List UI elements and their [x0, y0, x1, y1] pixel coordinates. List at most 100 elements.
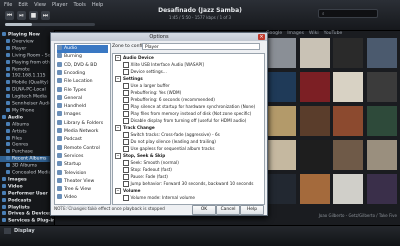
options-category[interactable]: Services — [57, 152, 108, 161]
tree-item[interactable]: Mobile (Quality) — [0, 80, 54, 86]
tree-item[interactable]: Services & Plug-ins — [0, 218, 54, 224]
settings-item[interactable]: Switch tracks: Cross-fade (aggressive) -… — [123, 132, 220, 138]
tree-item[interactable]: Sennheiser Audio — [0, 101, 54, 107]
options-category[interactable]: Audio — [57, 45, 108, 53]
previous-icon[interactable]: ⏮ — [5, 11, 14, 20]
settings-item[interactable]: Seek: Smooth (normal) — [123, 160, 179, 166]
tree-item[interactable]: Logitech Media — [0, 94, 54, 100]
album-cover[interactable] — [333, 72, 363, 102]
settings-item[interactable]: Prebuffering: 6 seconds (recommended) — [123, 97, 215, 103]
tree-item[interactable]: Podcasts — [0, 197, 54, 203]
album-cover[interactable] — [299, 140, 330, 170]
search-input[interactable]: ⌕ — [318, 9, 378, 18]
play-pause-icon[interactable]: ⏯ — [17, 11, 26, 20]
tree-item[interactable]: Playlists — [0, 204, 54, 210]
settings-section[interactable]: − Stop, Seek & Skip — [115, 153, 165, 159]
tree-item[interactable]: Files — [0, 135, 54, 141]
settings-section[interactable]: − Volume — [115, 188, 141, 194]
album-cover[interactable] — [366, 38, 397, 68]
album-cover[interactable] — [266, 72, 296, 102]
album-cover[interactable] — [366, 140, 397, 170]
tree-item[interactable]: Video — [0, 183, 54, 189]
tree-item[interactable]: Artists — [0, 128, 54, 134]
options-category[interactable]: Handheld — [57, 103, 108, 111]
stop-icon[interactable]: ■ — [29, 11, 38, 20]
tree-item[interactable]: 3D Albums — [0, 163, 54, 169]
settings-item[interactable]: Jump behavior: Forward 30 seconds, backw… — [123, 181, 253, 187]
options-category[interactable]: Burning — [57, 53, 108, 61]
settings-item[interactable]: Play files from memory instead of disk (… — [123, 111, 251, 117]
tab-google[interactable]: Google — [266, 31, 282, 36]
tab-youtube[interactable]: YouTube — [324, 31, 343, 36]
settings-section[interactable]: − Track Change — [115, 125, 155, 131]
options-category[interactable]: File Types — [57, 86, 108, 95]
settings-item[interactable]: Prebuffering: Yes (WDM) — [123, 90, 181, 96]
album-cover[interactable] — [333, 140, 363, 170]
tree-item[interactable]: Remote — [0, 66, 54, 72]
album-cover[interactable] — [366, 174, 397, 204]
tree-item[interactable]: Overview — [0, 38, 54, 44]
options-category[interactable]: File Location — [57, 78, 108, 86]
settings-section[interactable]: − Audio Device — [115, 55, 154, 61]
tree-item[interactable]: Drives & Devices — [0, 211, 54, 217]
album-cover[interactable] — [333, 106, 363, 136]
menu-help[interactable]: Help — [92, 2, 103, 8]
tree-item[interactable]: Recent Albums — [0, 156, 54, 162]
menu-file[interactable]: File — [4, 2, 12, 8]
settings-item[interactable]: Play silence at startup for hardware syn… — [123, 104, 255, 110]
zone-select[interactable]: Player — [142, 43, 260, 50]
tree-item[interactable]: Playing Now — [0, 32, 54, 38]
options-category[interactable]: Library & Folders — [57, 119, 108, 128]
tree-item[interactable]: 192.168.1.115 — [0, 73, 54, 79]
album-cover[interactable] — [333, 38, 363, 68]
settings-item[interactable]: Stop: Fadeout (fast) — [123, 167, 172, 173]
close-icon[interactable]: × — [258, 34, 265, 40]
settings-section[interactable]: − Settings — [115, 76, 143, 82]
options-category[interactable]: Podcast — [57, 136, 108, 144]
tree-item[interactable]: Playing from other — [0, 59, 54, 65]
options-category[interactable]: Video — [57, 194, 108, 202]
tree-item[interactable]: DLNA-PC-Local — [0, 87, 54, 93]
settings-item[interactable]: Disable display from turning off (useful… — [123, 118, 246, 124]
album-cover[interactable] — [266, 140, 296, 170]
options-category[interactable]: Theater View — [57, 177, 108, 186]
menu-tools[interactable]: Tools — [74, 2, 86, 8]
settings-item[interactable]: Volume mode: Internal volume — [123, 195, 195, 201]
tree-item[interactable]: Performer User — [0, 190, 54, 196]
options-category[interactable]: Television — [57, 169, 108, 178]
tree-item[interactable]: Player — [0, 45, 54, 51]
tree-item[interactable]: Genres — [0, 142, 54, 148]
album-cover[interactable] — [299, 106, 330, 136]
tree-item[interactable]: Purchase — [0, 149, 54, 155]
settings-item[interactable]: Use a larger buffer — [123, 83, 170, 89]
settings-item[interactable]: Device settings... — [123, 69, 167, 75]
settings-item[interactable]: Use gapless for sequential album tracks — [123, 146, 215, 152]
tab-images[interactable]: Images — [287, 31, 304, 36]
options-category[interactable]: Encoding — [57, 69, 108, 78]
album-cover[interactable] — [333, 174, 363, 204]
tree-item[interactable]: My Phone — [0, 107, 54, 113]
tree-item[interactable]: Images — [0, 176, 54, 182]
tab-wiki[interactable]: Wiki — [309, 31, 319, 36]
album-cover[interactable] — [299, 38, 330, 68]
album-cover[interactable] — [366, 72, 397, 102]
menu-view[interactable]: View — [34, 2, 46, 8]
menu-edit[interactable]: Edit — [18, 2, 28, 8]
tree-item[interactable]: Audio — [0, 114, 54, 120]
options-category[interactable]: Media Network — [57, 128, 108, 136]
options-category[interactable]: Startup — [57, 161, 108, 169]
settings-item[interactable]: Xlite USB Interface Audio [WASAPI] — [123, 62, 204, 68]
tree-item[interactable]: Albums — [0, 121, 54, 127]
tree-item[interactable]: Concealed Media — [0, 170, 54, 176]
settings-item[interactable]: Do not play silence (leading and trailin… — [123, 139, 216, 145]
options-category[interactable]: Images — [57, 111, 108, 119]
settings-item[interactable]: Pause: Fade (fast) — [123, 174, 168, 180]
album-cover[interactable] — [299, 72, 330, 102]
album-cover[interactable] — [266, 38, 296, 68]
album-cover[interactable] — [266, 106, 296, 136]
panel-toggle-icon[interactable] — [4, 228, 11, 234]
options-category[interactable]: CD, DVD & BD — [57, 61, 108, 70]
album-cover[interactable] — [366, 106, 397, 136]
next-icon[interactable]: ⏭ — [41, 11, 50, 20]
tree-item[interactable]: Living Room - Sonos — [0, 52, 54, 58]
